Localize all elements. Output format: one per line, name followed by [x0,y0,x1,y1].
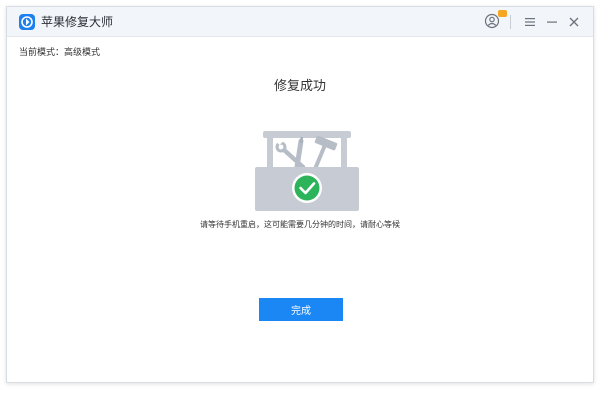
app-logo-icon [19,14,35,30]
hammer-icon [313,135,338,171]
toolbox-left-post [267,136,273,172]
close-icon [569,17,579,27]
vip-badge-icon [498,10,507,17]
minimize-button[interactable] [543,13,561,31]
title-bar: 苹果修复大师 [7,7,593,37]
toolbox-success-illustration [251,127,363,213]
titlebar-divider [510,15,511,29]
app-title: 苹果修复大师 [41,15,114,29]
app-window: 苹果修复大师 当前模式：高级模式 修复成功 请等待手机重启，这可能需要几分钟的时… [6,6,594,383]
minimize-icon [547,21,557,23]
user-icon [484,10,507,31]
menu-icon [525,18,535,26]
toolbox-handle [263,131,351,138]
restart-hint: 请等待手机重启，这可能需要几分钟的时间，请耐心等候 [200,220,400,229]
close-button[interactable] [565,13,583,31]
current-mode-label: 当前模式：高级模式 [19,48,101,58]
done-button[interactable]: 完成 [259,298,343,321]
page-title: 修复成功 [273,79,326,94]
user-button[interactable] [484,10,507,31]
titlebar-controls [480,10,583,31]
success-check-icon [294,175,320,201]
toolbox-right-post [341,136,347,172]
menu-button[interactable] [521,13,539,31]
